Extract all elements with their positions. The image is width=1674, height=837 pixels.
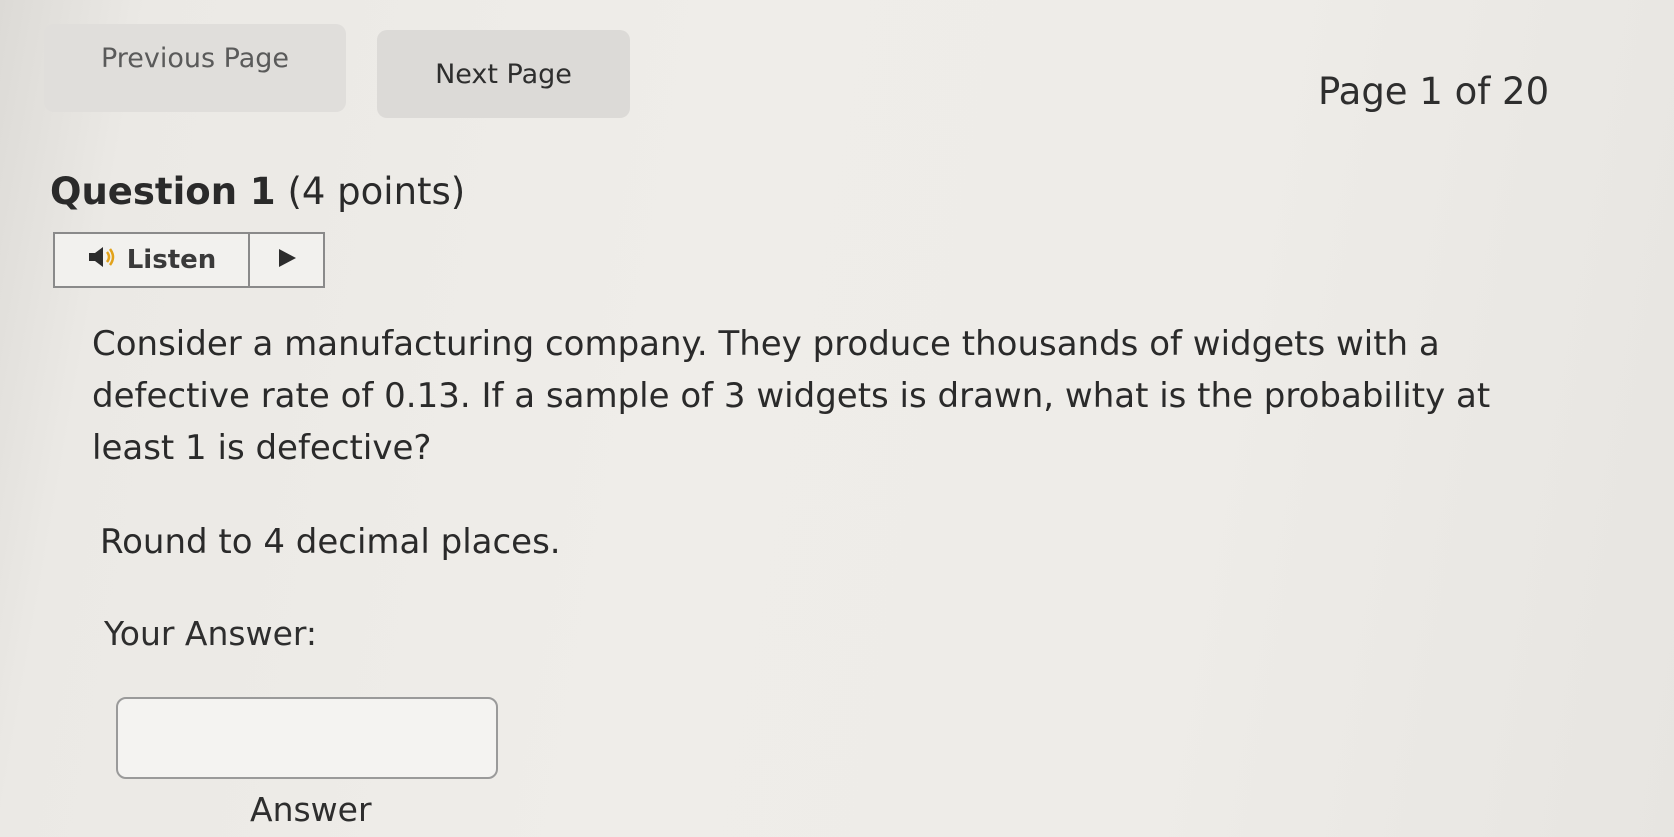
rounding-instruction: Round to 4 decimal places.: [100, 522, 561, 562]
question-number: Question 1: [50, 170, 276, 213]
question-title: Question 1 (4 points): [50, 170, 465, 213]
play-icon: [276, 247, 298, 273]
listen-label: Listen: [126, 245, 217, 275]
answer-label: Your Answer:: [104, 614, 318, 653]
previous-page-button[interactable]: Previous Page: [44, 24, 346, 112]
listen-button[interactable]: Listen: [55, 234, 250, 286]
speaker-icon: [87, 245, 117, 276]
question-points: (4 points): [287, 170, 466, 213]
page-indicator: Page 1 of 20: [1318, 70, 1550, 113]
answer-input[interactable]: [116, 697, 498, 779]
question-text: Consider a manufacturing company. They p…: [92, 324, 1491, 468]
answer-caption: Answer: [250, 790, 372, 829]
next-page-button[interactable]: Next Page: [377, 30, 630, 118]
listen-widget: Listen: [53, 232, 325, 288]
play-button[interactable]: [250, 234, 323, 286]
